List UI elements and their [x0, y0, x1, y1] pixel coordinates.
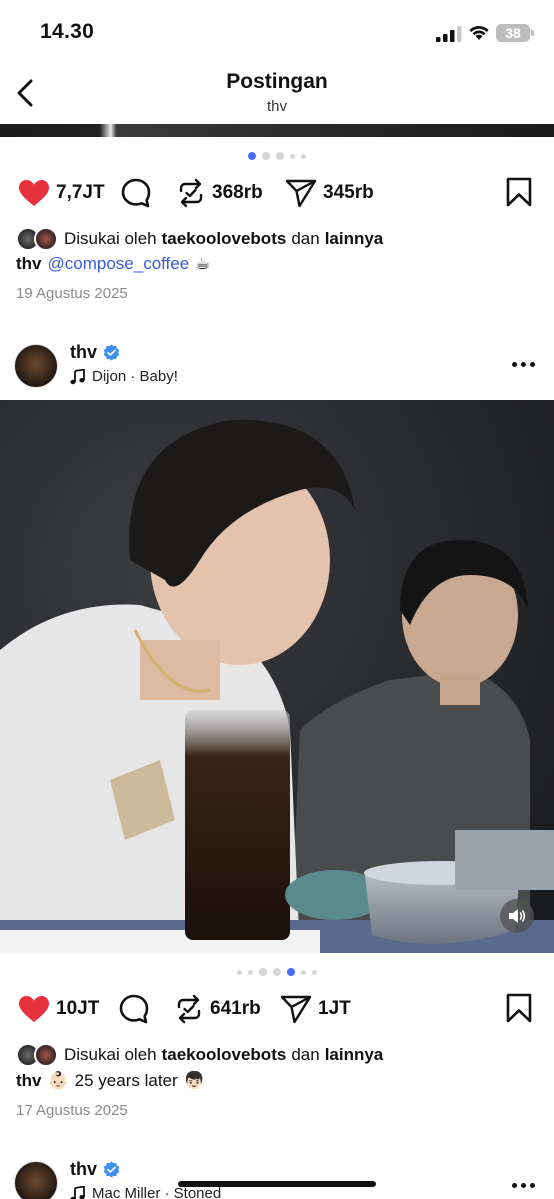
share-count: 345rb — [323, 182, 374, 203]
carousel-dot — [301, 969, 306, 975]
carousel-dot — [290, 153, 295, 159]
battery-cap — [531, 30, 534, 36]
share-count: 1JT — [318, 998, 351, 1019]
bookmark-icon[interactable] — [506, 993, 532, 1023]
post-caption: thv 👶🏻 25 years later 👦🏻 — [16, 1071, 205, 1091]
carousel-indicator — [0, 152, 554, 160]
carousel-dot — [248, 152, 256, 160]
post-actions: 7,7JT 368rb 345rb — [0, 173, 554, 213]
verified-badge-icon — [103, 344, 120, 361]
liked-by-avatars — [16, 1043, 60, 1067]
status-bar: 14.30 38 — [0, 0, 554, 62]
carousel-indicator — [0, 968, 554, 976]
comment-icon — [121, 178, 151, 208]
post-username-row[interactable]: thv — [70, 342, 120, 363]
post-header: thv Mac Miller · Stoned — [0, 1157, 554, 1199]
avatar — [34, 227, 58, 251]
battery-level: 38 — [496, 24, 530, 42]
caption-text: 25 years later — [74, 1071, 178, 1090]
liked-by[interactable]: Disukai oleh taekoolovebots dan lainnya — [16, 227, 388, 251]
liked-by-prefix: Disukai oleh — [64, 229, 157, 248]
carousel-dot — [301, 153, 306, 159]
like-count: 10JT — [56, 998, 100, 1019]
carousel-dot — [287, 968, 295, 976]
repost-icon — [177, 994, 201, 1024]
caption-mention[interactable]: @compose_coffee — [48, 254, 190, 274]
post-date: 17 Agustus 2025 — [16, 1102, 128, 1119]
mute-button[interactable] — [500, 899, 534, 933]
send-icon — [280, 995, 312, 1024]
more-options-button[interactable] — [512, 1175, 536, 1195]
liked-by-prefix: Disukai oleh — [64, 1045, 157, 1064]
page-subtitle: thv — [266, 98, 287, 115]
carousel-dot — [273, 968, 281, 976]
post-music[interactable]: Dijon · Baby! — [70, 368, 178, 385]
caption-username[interactable]: thv — [16, 1071, 42, 1091]
share-button[interactable]: 1JT — [280, 989, 351, 1029]
repost-count: 368rb — [212, 182, 263, 203]
speaker-icon — [509, 909, 526, 923]
heart-icon — [19, 996, 49, 1022]
home-indicator[interactable] — [178, 1181, 376, 1187]
repost-count: 641rb — [210, 998, 261, 1019]
repost-button[interactable]: 368rb — [176, 173, 263, 213]
post-photo — [0, 400, 554, 953]
page-title: Postingan — [226, 70, 328, 93]
liked-by-rest[interactable]: lainnya — [325, 1045, 384, 1065]
post-username-row[interactable]: thv — [70, 1159, 120, 1180]
page-header: Postingan thv — [0, 62, 554, 124]
post-music[interactable]: Mac Miller · Stoned — [70, 1185, 221, 1199]
liked-by-avatars — [16, 227, 60, 251]
boy-emoji: 👦🏻 — [183, 1071, 205, 1090]
liked-by[interactable]: Disukai oleh taekoolovebots dan lainnya — [16, 1043, 388, 1067]
repost-icon — [179, 178, 203, 208]
liked-by-middle: dan — [291, 1045, 320, 1064]
verified-badge-icon — [103, 1161, 120, 1178]
caption-username[interactable]: thv — [16, 254, 42, 274]
carousel-dot — [262, 152, 270, 160]
liked-by-middle: dan — [291, 229, 320, 248]
avatar — [34, 1043, 58, 1067]
comment-button[interactable] — [120, 173, 152, 213]
status-time: 14.30 — [40, 20, 95, 43]
like-button[interactable]: 7,7JT — [18, 173, 105, 213]
carousel-dot — [312, 969, 317, 975]
baby-emoji: 👶🏻 — [47, 1071, 69, 1090]
wifi-icon — [469, 25, 489, 40]
more-options-button[interactable] — [512, 354, 536, 374]
post-username[interactable]: thv — [70, 342, 97, 363]
music-title: Dijon · Baby! — [92, 368, 178, 385]
comment-button[interactable] — [118, 989, 150, 1029]
post-date: 19 Agustus 2025 — [16, 285, 128, 302]
carousel-dot — [248, 969, 253, 975]
liked-by-rest[interactable]: lainnya — [325, 229, 384, 249]
post-actions: 10JT 641rb 1JT — [0, 989, 554, 1029]
post-image[interactable] — [0, 400, 554, 953]
carousel-dot — [259, 968, 267, 976]
music-note-icon — [70, 1185, 85, 1199]
post-image-previous[interactable] — [0, 124, 554, 137]
comment-icon — [119, 994, 149, 1024]
share-button[interactable]: 345rb — [285, 173, 374, 213]
bookmark-icon[interactable] — [506, 177, 532, 207]
post-caption: thv @compose_coffee ☕ — [16, 254, 210, 274]
liked-by-user[interactable]: taekoolovebots — [162, 1045, 287, 1065]
like-count: 7,7JT — [56, 182, 105, 203]
send-icon — [285, 179, 317, 208]
repost-button[interactable]: 641rb — [174, 989, 261, 1029]
post-username[interactable]: thv — [70, 1159, 97, 1180]
carousel-dot — [276, 152, 284, 160]
heart-icon — [19, 180, 49, 206]
music-title: Mac Miller · Stoned — [92, 1185, 222, 1199]
signal-icon — [436, 26, 462, 42]
liked-by-user[interactable]: taekoolovebots — [162, 229, 287, 249]
coffee-emoji: ☕ — [195, 254, 211, 273]
like-button[interactable]: 10JT — [18, 989, 99, 1029]
carousel-dot — [237, 969, 242, 975]
post-header: thv Dijon · Baby! — [0, 340, 554, 390]
music-note-icon — [70, 368, 85, 384]
avatar[interactable] — [14, 344, 58, 388]
avatar[interactable] — [14, 1161, 58, 1199]
